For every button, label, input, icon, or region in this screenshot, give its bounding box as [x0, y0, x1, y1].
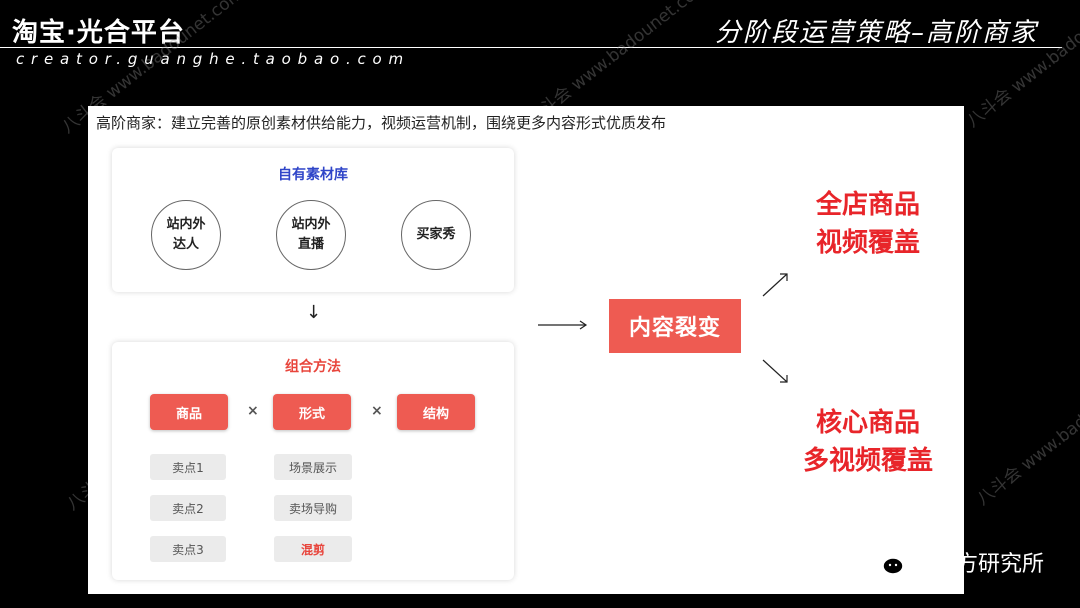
wechat-account-name: 品牌方研究所: [911, 552, 1044, 577]
down-arrow-icon: ↓: [306, 302, 322, 323]
material-library-card: 自有素材库 站内外 达人 站内外 直播 买家秀: [112, 148, 514, 292]
result-all-products: 全店商品 视频覆盖: [778, 186, 958, 262]
material-library-title: 自有素材库: [278, 167, 348, 183]
content-panel: 高阶商家：建立完善的原创素材供给能力，视频运营机制，围绕更多内容形式优质发布 自…: [88, 106, 964, 594]
up-right-arrow-icon: [762, 273, 788, 297]
times-icon: ×: [371, 403, 383, 419]
form-store-guide: 卖场导购: [274, 495, 352, 521]
content-fission-box: 内容裂变: [609, 299, 741, 353]
form-mixed-cut: 混剪: [274, 536, 352, 562]
result-line: 多视频覆盖: [802, 446, 933, 476]
selling-point-3: 卖点3: [150, 536, 226, 562]
panel-subtitle: 高阶商家：建立完善的原创素材供给能力，视频运营机制，围绕更多内容形式优质发布: [96, 114, 667, 132]
selling-point-2: 卖点2: [150, 495, 226, 521]
slide-title: 分阶段运营策略–高阶商家: [714, 18, 1038, 48]
site-url: creator.guanghe.taobao.com: [16, 50, 410, 68]
circle-buyer-show: 买家秀: [401, 200, 471, 270]
combination-method-title: 组合方法: [285, 359, 341, 375]
factor-form: 形式: [273, 394, 351, 430]
result-core-products: 核心商品 多视频覆盖: [778, 404, 958, 480]
down-right-arrow-icon: [762, 359, 788, 383]
result-line: 视频覆盖: [815, 228, 920, 258]
circle-offsite-influencer: 站内外 达人: [151, 200, 221, 270]
result-line: 核心商品: [815, 408, 920, 438]
combination-method-card: 组合方法 商品 × 形式 × 结构 卖点1 卖点2 卖点3 场景展示 卖场导购 …: [112, 342, 514, 580]
watermark: 八斗会 www.badounet.com: [973, 355, 1080, 510]
result-line: 全店商品: [815, 190, 920, 220]
wechat-account: 品牌方研究所: [870, 546, 1044, 578]
wechat-icon: [870, 548, 904, 575]
form-scene-display: 场景展示: [274, 454, 352, 480]
times-icon: ×: [247, 403, 259, 419]
right-arrow-icon: [538, 320, 588, 330]
factor-product: 商品: [150, 394, 228, 430]
circle-offsite-live: 站内外 直播: [276, 200, 346, 270]
selling-point-1: 卖点1: [150, 454, 226, 480]
factor-structure: 结构: [397, 394, 475, 430]
